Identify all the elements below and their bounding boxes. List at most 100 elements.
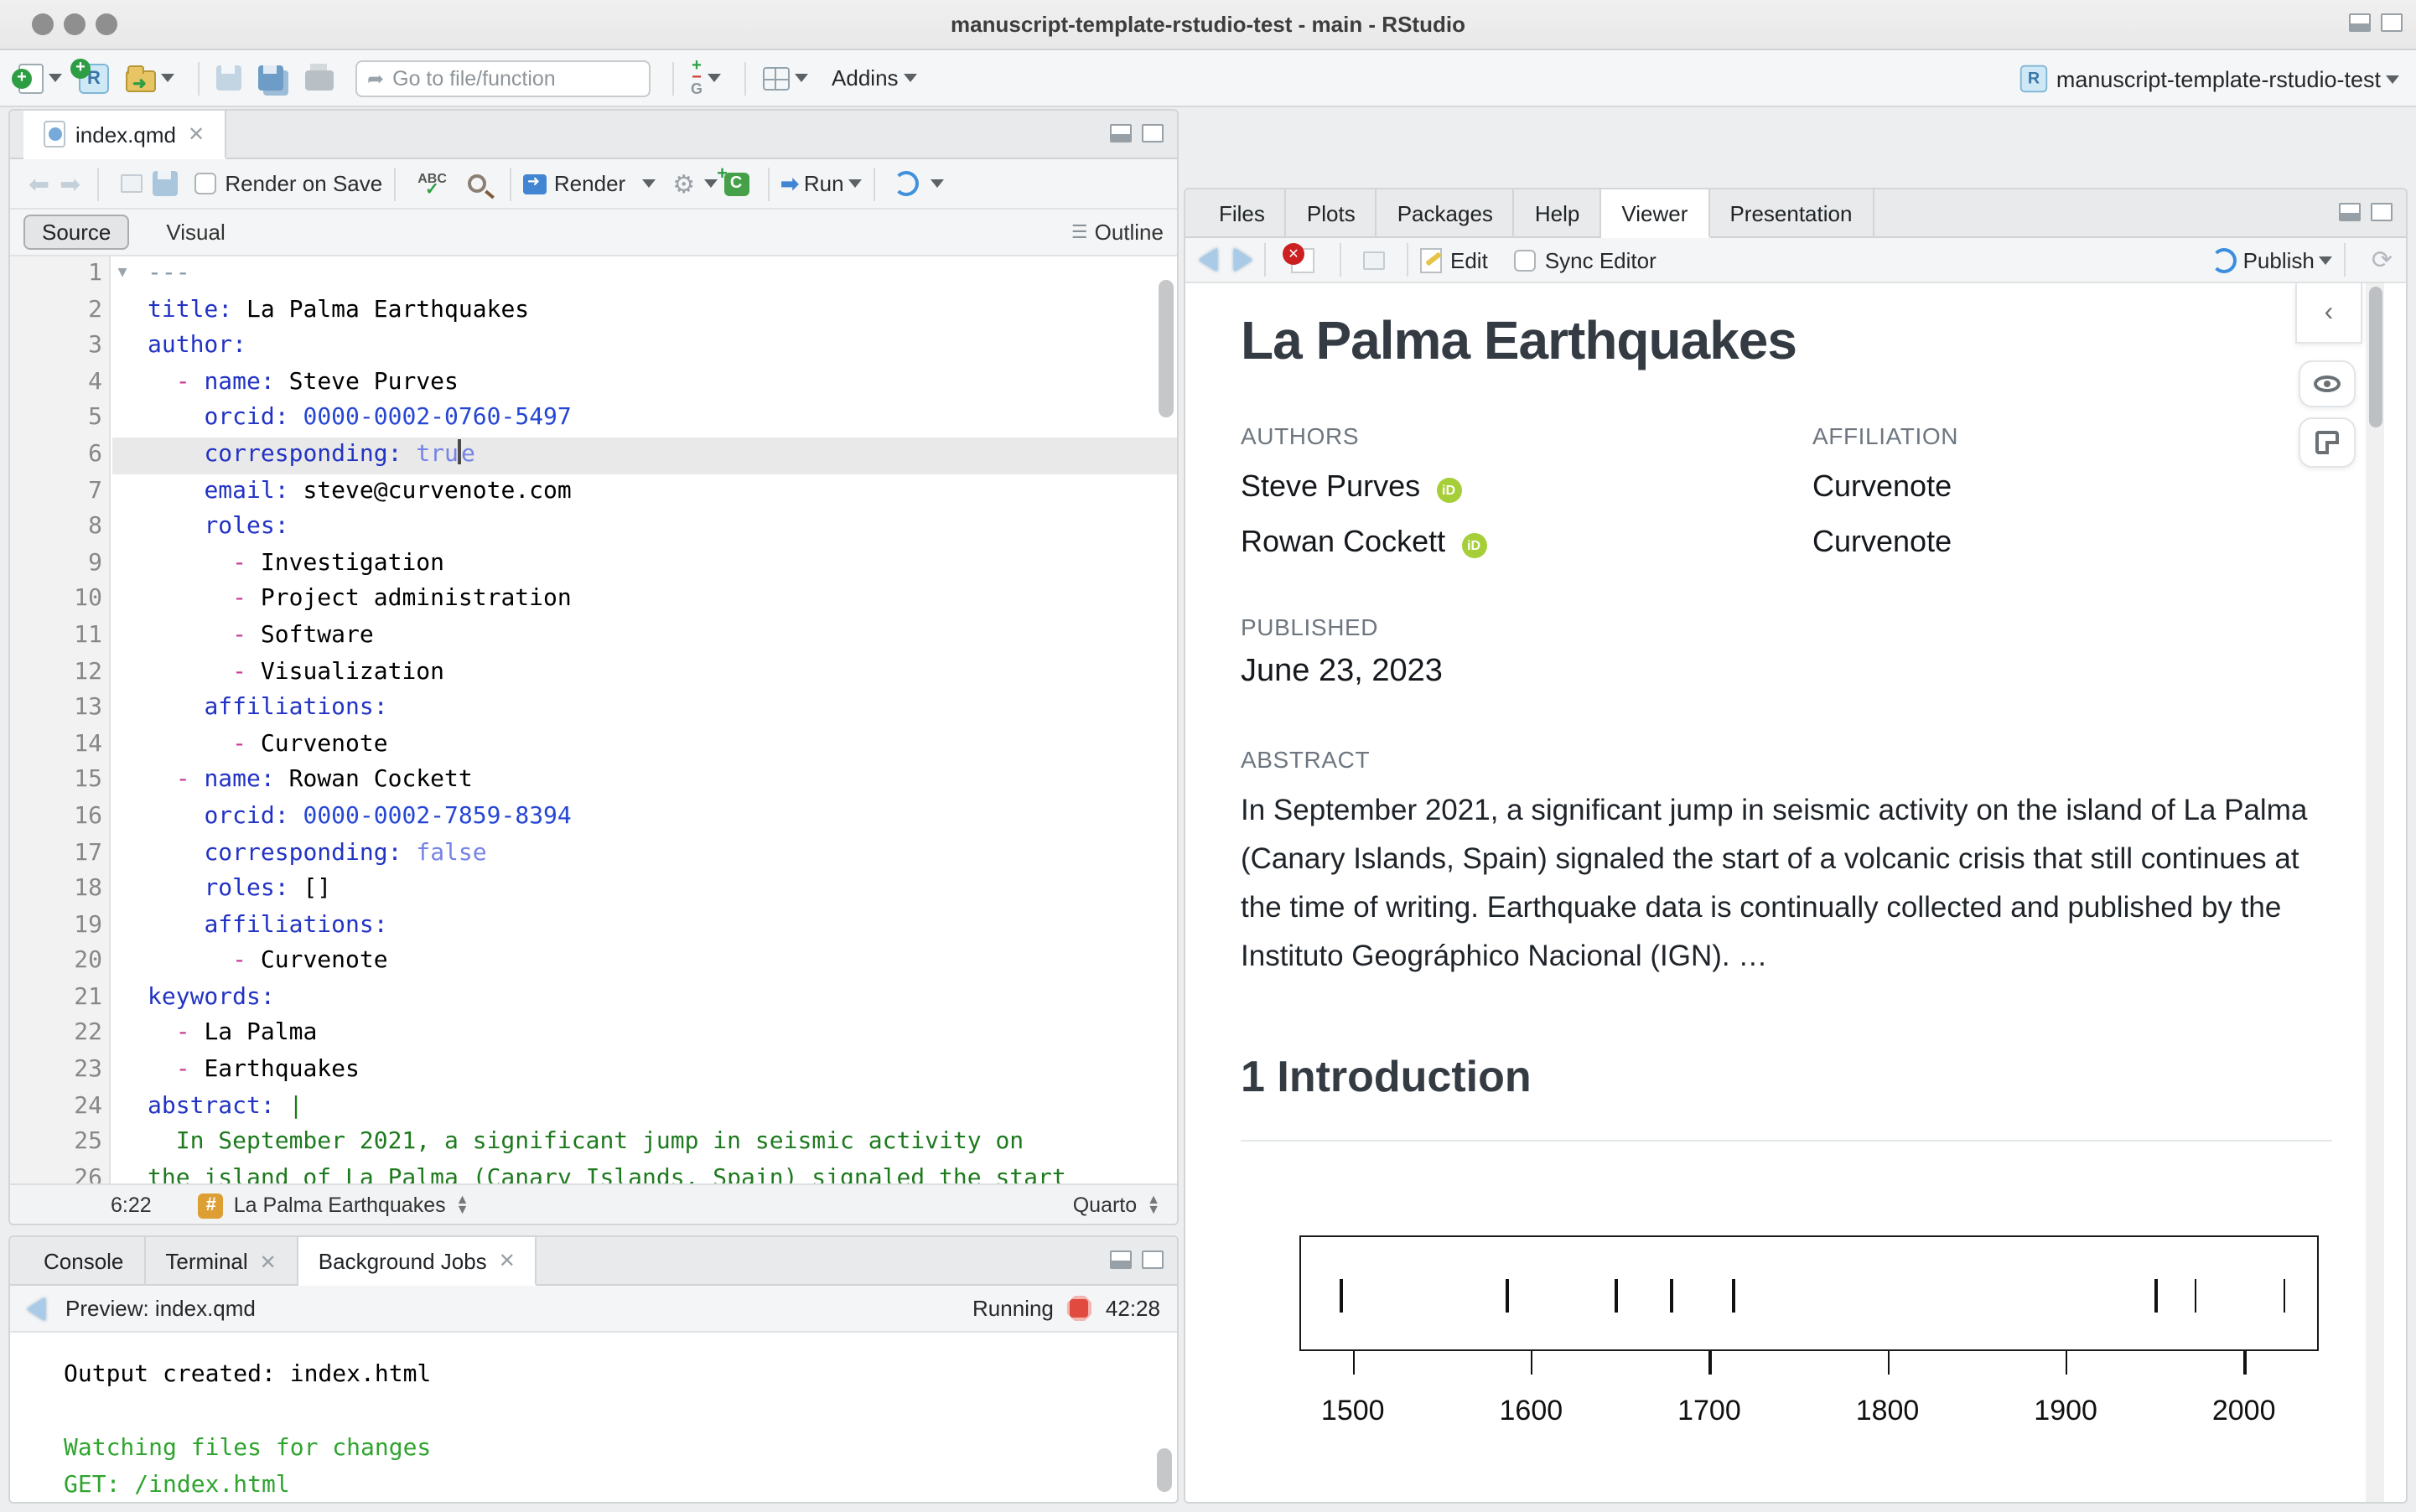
- insert-chunk-icon[interactable]: C: [717, 162, 749, 195]
- new-project-button[interactable]: R +: [70, 56, 114, 100]
- orcid-icon[interactable]: iD: [1461, 533, 1487, 558]
- code-line[interactable]: 20 - Curvenote: [10, 945, 1177, 981]
- viewer-back-icon[interactable]: [1199, 248, 1217, 272]
- visibility-button[interactable]: [2299, 360, 2356, 407]
- rerun-caret-icon[interactable]: [931, 179, 945, 188]
- render-settings-gear-icon[interactable]: ⚙: [672, 168, 695, 199]
- viewer-tab-help[interactable]: Help: [1515, 189, 1602, 238]
- viewer-scrollbar[interactable]: [2368, 287, 2382, 427]
- console-tab-background-jobs[interactable]: Background Jobs ✕: [298, 1237, 537, 1286]
- code-line[interactable]: 8 roles:: [10, 510, 1177, 546]
- stop-job-icon[interactable]: [1066, 1296, 1092, 1321]
- goto-file-input[interactable]: ➦ Go to file/function: [355, 60, 651, 96]
- open-in-new-window-icon[interactable]: [1363, 251, 1385, 269]
- maximize-pane-icon[interactable]: [1142, 124, 1164, 142]
- format-sorter-icon[interactable]: ▲ ▼: [1147, 1193, 1160, 1216]
- viewer-forward-icon[interactable]: [1234, 248, 1252, 272]
- spellcheck-icon[interactable]: ABC ✓: [417, 171, 447, 198]
- viewer-tab-plots[interactable]: Plots: [1287, 189, 1377, 238]
- symbol-navigator[interactable]: La Palma Earthquakes: [234, 1194, 446, 1217]
- code-line[interactable]: 26 the island of La Palma (Canary Islands…: [10, 1162, 1177, 1183]
- code-line[interactable]: 9 - Investigation: [10, 546, 1177, 583]
- file-format[interactable]: Quarto: [1073, 1194, 1137, 1217]
- code-line[interactable]: 19 affiliations:: [10, 908, 1177, 944]
- code-line[interactable]: 6 corresponding: tru e: [10, 437, 1177, 474]
- edit-button[interactable]: Edit: [1450, 247, 1488, 272]
- settings-caret-icon[interactable]: [703, 179, 718, 188]
- code-line[interactable]: 11 - Software: [10, 619, 1177, 655]
- render-on-save-checkbox[interactable]: [194, 173, 217, 194]
- print-button[interactable]: [300, 56, 339, 100]
- orcid-icon[interactable]: iD: [1436, 478, 1462, 503]
- publish-button[interactable]: Publish: [2243, 247, 2315, 272]
- close-tab-icon[interactable]: ✕: [188, 122, 205, 146]
- forward-icon[interactable]: ➡: [60, 168, 80, 199]
- save-source-icon[interactable]: [153, 171, 179, 196]
- tab-index-qmd[interactable]: index.qmd ✕: [23, 111, 227, 159]
- maximize-pane-icon[interactable]: [1142, 1251, 1164, 1269]
- code-line[interactable]: 2 title: La Palma Earthquakes: [10, 293, 1177, 329]
- code-line[interactable]: 23 - Earthquakes: [10, 1053, 1177, 1089]
- open-in-new-window-icon[interactable]: [121, 174, 143, 193]
- render-button[interactable]: Render: [554, 171, 625, 196]
- outline-button[interactable]: ☰ Outline: [1071, 220, 1164, 245]
- viewer-tab-viewer[interactable]: Viewer: [1601, 189, 1710, 238]
- refresh-viewer-icon[interactable]: ⟳: [2372, 245, 2393, 275]
- code-line[interactable]: 4 - name: Steve Purves: [10, 365, 1177, 401]
- viewer-tab-files[interactable]: Files: [1199, 189, 1287, 238]
- code-line[interactable]: 12 - Visualization: [10, 655, 1177, 691]
- source-code-editor[interactable]: 1 ▼ --- 2 title: La Palma Earthquakes 3 author…: [10, 256, 1177, 1183]
- new-file-button[interactable]: +: [12, 56, 67, 100]
- render-caret-icon[interactable]: [642, 179, 656, 188]
- code-line[interactable]: 15 - name: Rowan Cockett: [10, 764, 1177, 800]
- publish-caret-icon[interactable]: [2319, 256, 2333, 264]
- fold-toggle-icon[interactable]: ▼: [111, 256, 134, 293]
- clear-viewer-icon[interactable]: [1283, 242, 1314, 272]
- code-line[interactable]: 5 orcid: 0000-0002-0760-5497: [10, 401, 1177, 438]
- collapse-panel-button[interactable]: ‹: [2295, 283, 2362, 344]
- close-tab-icon[interactable]: ✕: [499, 1249, 516, 1272]
- sync-editor-checkbox[interactable]: [1514, 249, 1537, 271]
- save-button[interactable]: [211, 56, 246, 100]
- maximize-pane-icon[interactable]: [2381, 13, 2403, 32]
- find-replace-icon[interactable]: [468, 174, 487, 193]
- code-line[interactable]: 25 In September 2021, a significant jump…: [10, 1126, 1177, 1162]
- maximize-pane-icon[interactable]: [2371, 203, 2393, 221]
- code-line[interactable]: 24 abstract: |: [10, 1089, 1177, 1125]
- code-line[interactable]: 10 - Project administration: [10, 583, 1177, 619]
- minimize-pane-icon[interactable]: [1110, 124, 1132, 142]
- editor-scrollbar[interactable]: [1159, 280, 1174, 417]
- source-mode-button[interactable]: Source: [23, 215, 130, 250]
- viewer-tab-presentation[interactable]: Presentation: [1709, 189, 1874, 238]
- console-tab-terminal[interactable]: Terminal ✕: [145, 1237, 298, 1286]
- project-selector[interactable]: R manuscript-template-rstudio-test: [2019, 50, 2399, 107]
- version-control-button[interactable]: + − G: [686, 56, 726, 100]
- code-line[interactable]: 13 affiliations:: [10, 691, 1177, 727]
- minimize-pane-icon[interactable]: [1110, 1251, 1132, 1269]
- back-icon[interactable]: ⬅: [29, 168, 49, 199]
- workspace-panes-button[interactable]: [758, 56, 813, 100]
- job-back-icon[interactable]: [27, 1297, 45, 1320]
- code-line[interactable]: 16 orcid: 0000-0002-7859-8394: [10, 800, 1177, 836]
- minimize-pane-icon[interactable]: [2349, 13, 2371, 32]
- run-button[interactable]: Run: [804, 171, 844, 196]
- code-line[interactable]: 3 author:: [10, 329, 1177, 365]
- code-line[interactable]: 21 keywords:: [10, 981, 1177, 1017]
- symbol-sorter-icon[interactable]: ▲ ▼: [456, 1193, 469, 1216]
- viewer-tab-packages[interactable]: Packages: [1377, 189, 1515, 238]
- code-line[interactable]: 18 roles: []: [10, 872, 1177, 908]
- console-tab-console[interactable]: Console: [23, 1237, 146, 1286]
- rerun-icon[interactable]: [894, 171, 920, 196]
- code-line[interactable]: 7 email: steve@curvenote.com: [10, 474, 1177, 510]
- visual-mode-button[interactable]: Visual: [149, 216, 241, 248]
- console-scrollbar[interactable]: [1157, 1448, 1172, 1492]
- code-line[interactable]: 22 - La Palma: [10, 1017, 1177, 1053]
- close-tab-icon[interactable]: ✕: [260, 1250, 277, 1273]
- minimize-pane-icon[interactable]: [2339, 203, 2361, 221]
- code-line[interactable]: 1 ▼ ---: [10, 256, 1177, 293]
- addins-button[interactable]: Addins: [820, 56, 922, 100]
- annotation-button[interactable]: [2299, 417, 2356, 468]
- open-file-button[interactable]: ➜: [121, 56, 179, 100]
- code-line[interactable]: 17 corresponding: false: [10, 836, 1177, 872]
- code-line[interactable]: 14 - Curvenote: [10, 727, 1177, 763]
